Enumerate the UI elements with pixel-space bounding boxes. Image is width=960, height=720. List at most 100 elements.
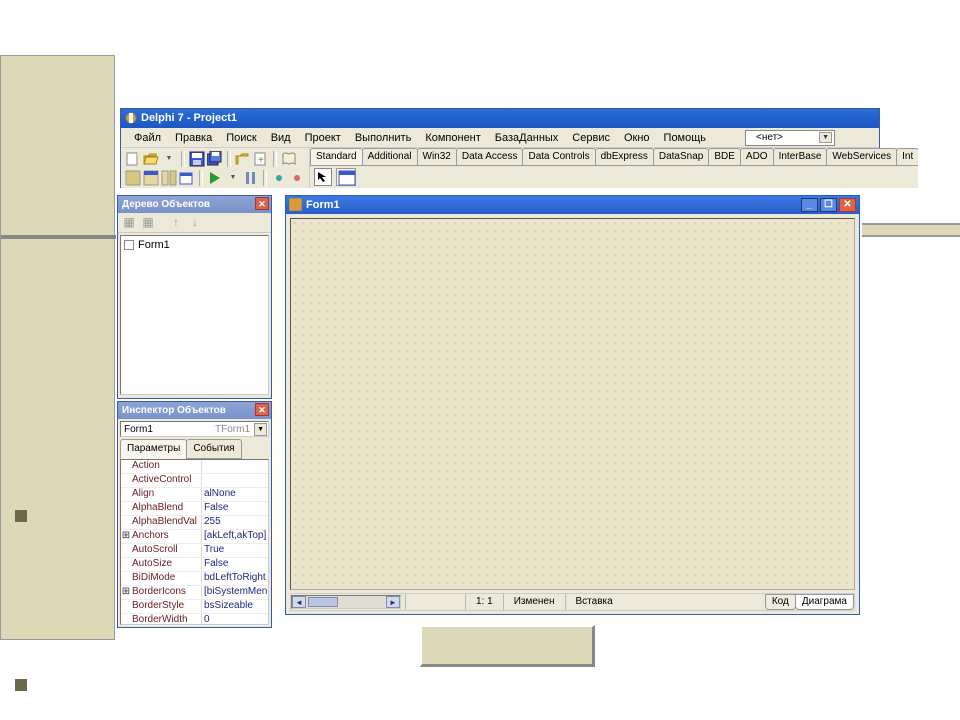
property-value[interactable]: True (201, 544, 268, 557)
property-row[interactable]: AutoSizeFalse (121, 558, 268, 572)
property-value[interactable]: 255 (201, 516, 268, 529)
property-value[interactable]: 0 (201, 614, 268, 625)
save-all-icon[interactable] (207, 151, 223, 167)
run-icon[interactable] (207, 170, 223, 186)
property-row[interactable]: ⊞BorderIcons[biSystemMenu, (121, 586, 268, 600)
tree-tool-2[interactable]: ▦ (140, 215, 156, 231)
palette-tab-datasnap[interactable]: DataSnap (653, 148, 709, 165)
property-row[interactable]: Action (121, 460, 268, 474)
menu-tools[interactable]: Сервис (565, 130, 617, 146)
palette-tab-dataaccess[interactable]: Data Access (456, 148, 524, 165)
expand-icon[interactable]: ⊞ (121, 586, 131, 599)
inspector-object-combo[interactable]: Form1 TForm1 (120, 421, 269, 437)
menu-help[interactable]: Помощь (657, 130, 714, 146)
gear-icon[interactable] (857, 130, 873, 146)
property-value[interactable]: alNone (201, 488, 268, 501)
trace-into-icon[interactable] (271, 170, 287, 186)
menu-project[interactable]: Проект (298, 130, 348, 146)
menu-window[interactable]: Окно (617, 130, 657, 146)
pause-icon[interactable] (243, 170, 259, 186)
open-project-icon[interactable] (235, 151, 251, 167)
minimize-button[interactable]: _ (801, 198, 818, 212)
close-icon[interactable]: ✕ (255, 197, 269, 210)
dropdown-arrow-icon[interactable]: ▼ (161, 151, 177, 167)
menu-component[interactable]: Компонент (418, 130, 487, 146)
property-value[interactable] (201, 474, 268, 487)
tree-body[interactable]: Form1 (120, 235, 269, 395)
menu-database[interactable]: БазаДанных (488, 130, 566, 146)
step-over-icon[interactable] (289, 170, 305, 186)
expand-icon[interactable]: ⊞ (121, 530, 131, 543)
property-value[interactable]: False (201, 502, 268, 515)
inspector-tab-events[interactable]: События (186, 439, 241, 459)
property-value[interactable] (201, 460, 268, 473)
close-icon[interactable]: ✕ (255, 403, 269, 416)
palette-tab-additional[interactable]: Additional (362, 148, 418, 165)
property-row[interactable]: ⊞Anchors[akLeft,akTop] (121, 530, 268, 544)
property-value[interactable]: bdLeftToRight (201, 572, 268, 585)
menu-edit[interactable]: Правка (168, 130, 219, 146)
run-config-dropdown[interactable]: <нет> (745, 130, 835, 146)
help-book-icon[interactable] (281, 151, 297, 167)
tree-up-icon[interactable]: ↑ (168, 215, 184, 231)
tree-down-icon[interactable]: ↓ (187, 215, 203, 231)
property-value[interactable]: bsSizeable (201, 600, 268, 613)
view-unit-icon[interactable] (125, 170, 141, 186)
form-design-canvas[interactable] (290, 218, 855, 590)
maximize-button[interactable]: ☐ (820, 198, 837, 212)
inspector-title[interactable]: Инспектор Объектов ✕ (118, 402, 271, 419)
scroll-right-icon[interactable]: ► (386, 596, 400, 608)
save-icon[interactable] (189, 151, 205, 167)
open-icon[interactable] (143, 151, 159, 167)
palette-tab-more[interactable]: Int (896, 148, 918, 165)
new-icon[interactable] (125, 151, 141, 167)
menu-run[interactable]: Выполнить (348, 130, 418, 146)
object-tree-panel: Дерево Объектов ✕ ▦ ▦ ↑ ↓ Form1 (117, 195, 272, 399)
palette-tab-webservices[interactable]: WebServices (826, 148, 897, 165)
property-value[interactable]: False (201, 558, 268, 571)
form-titlebar[interactable]: Form1 _ ☐ ✕ (286, 196, 859, 214)
property-row[interactable]: BiDiModebdLeftToRight (121, 572, 268, 586)
palette-tab-interbase[interactable]: InterBase (773, 148, 828, 165)
property-row[interactable]: AlphaBlendVal255 (121, 516, 268, 530)
palette-tab-bde[interactable]: BDE (708, 148, 741, 165)
palette-tab-standard[interactable]: Standard (310, 148, 363, 165)
property-row[interactable]: AlignalNone (121, 488, 268, 502)
view-form-icon[interactable] (143, 170, 159, 186)
palette-tab-dbexpress[interactable]: dbExpress (595, 148, 654, 165)
tree-tool-1[interactable]: ▦ (121, 215, 137, 231)
expand-icon (121, 488, 131, 501)
bottom-tab-diagram[interactable]: Диаграма (795, 594, 854, 610)
property-row[interactable]: BorderWidth0 (121, 614, 268, 625)
palette-tab-ado[interactable]: ADO (740, 148, 774, 165)
palette-tab-win32[interactable]: Win32 (417, 148, 457, 165)
close-button[interactable]: ✕ (839, 198, 856, 212)
tree-item-form1[interactable]: Form1 (124, 239, 265, 251)
property-row[interactable]: BorderStylebsSizeable (121, 600, 268, 614)
add-file-icon[interactable]: + (253, 151, 269, 167)
inspector-tab-properties[interactable]: Параметры (120, 439, 187, 459)
palette-selector-icon[interactable] (314, 168, 332, 186)
palette-tab-datacontrols[interactable]: Data Controls (522, 148, 595, 165)
new-form-icon[interactable] (179, 170, 195, 186)
toggle-icon[interactable] (161, 170, 177, 186)
property-row[interactable]: ActiveControl (121, 474, 268, 488)
help-icon[interactable]: ? (838, 130, 854, 146)
ide-titlebar[interactable]: Delphi 7 - Project1 (121, 109, 879, 128)
property-value[interactable]: [biSystemMenu, (201, 586, 268, 599)
property-grid[interactable]: ActionActiveControlAlignalNoneAlphaBlend… (120, 459, 269, 625)
menu-view[interactable]: Вид (264, 130, 298, 146)
property-row[interactable]: AutoScrollTrue (121, 544, 268, 558)
expand-icon (121, 460, 131, 473)
property-value[interactable]: [akLeft,akTop] (201, 530, 268, 543)
scroll-thumb[interactable] (308, 597, 338, 607)
menu-file[interactable]: Файл (127, 130, 168, 146)
run-dropdown-icon[interactable]: ▼ (225, 170, 241, 186)
property-row[interactable]: AlphaBlendFalse (121, 502, 268, 516)
tree-panel-title[interactable]: Дерево Объектов ✕ (118, 196, 271, 213)
horizontal-scrollbar[interactable]: ◄ ► (291, 595, 401, 609)
palette-component-frame[interactable] (336, 168, 356, 186)
menu-search[interactable]: Поиск (219, 130, 263, 146)
scroll-left-icon[interactable]: ◄ (292, 596, 306, 608)
bottom-tab-code[interactable]: Код (765, 594, 796, 610)
